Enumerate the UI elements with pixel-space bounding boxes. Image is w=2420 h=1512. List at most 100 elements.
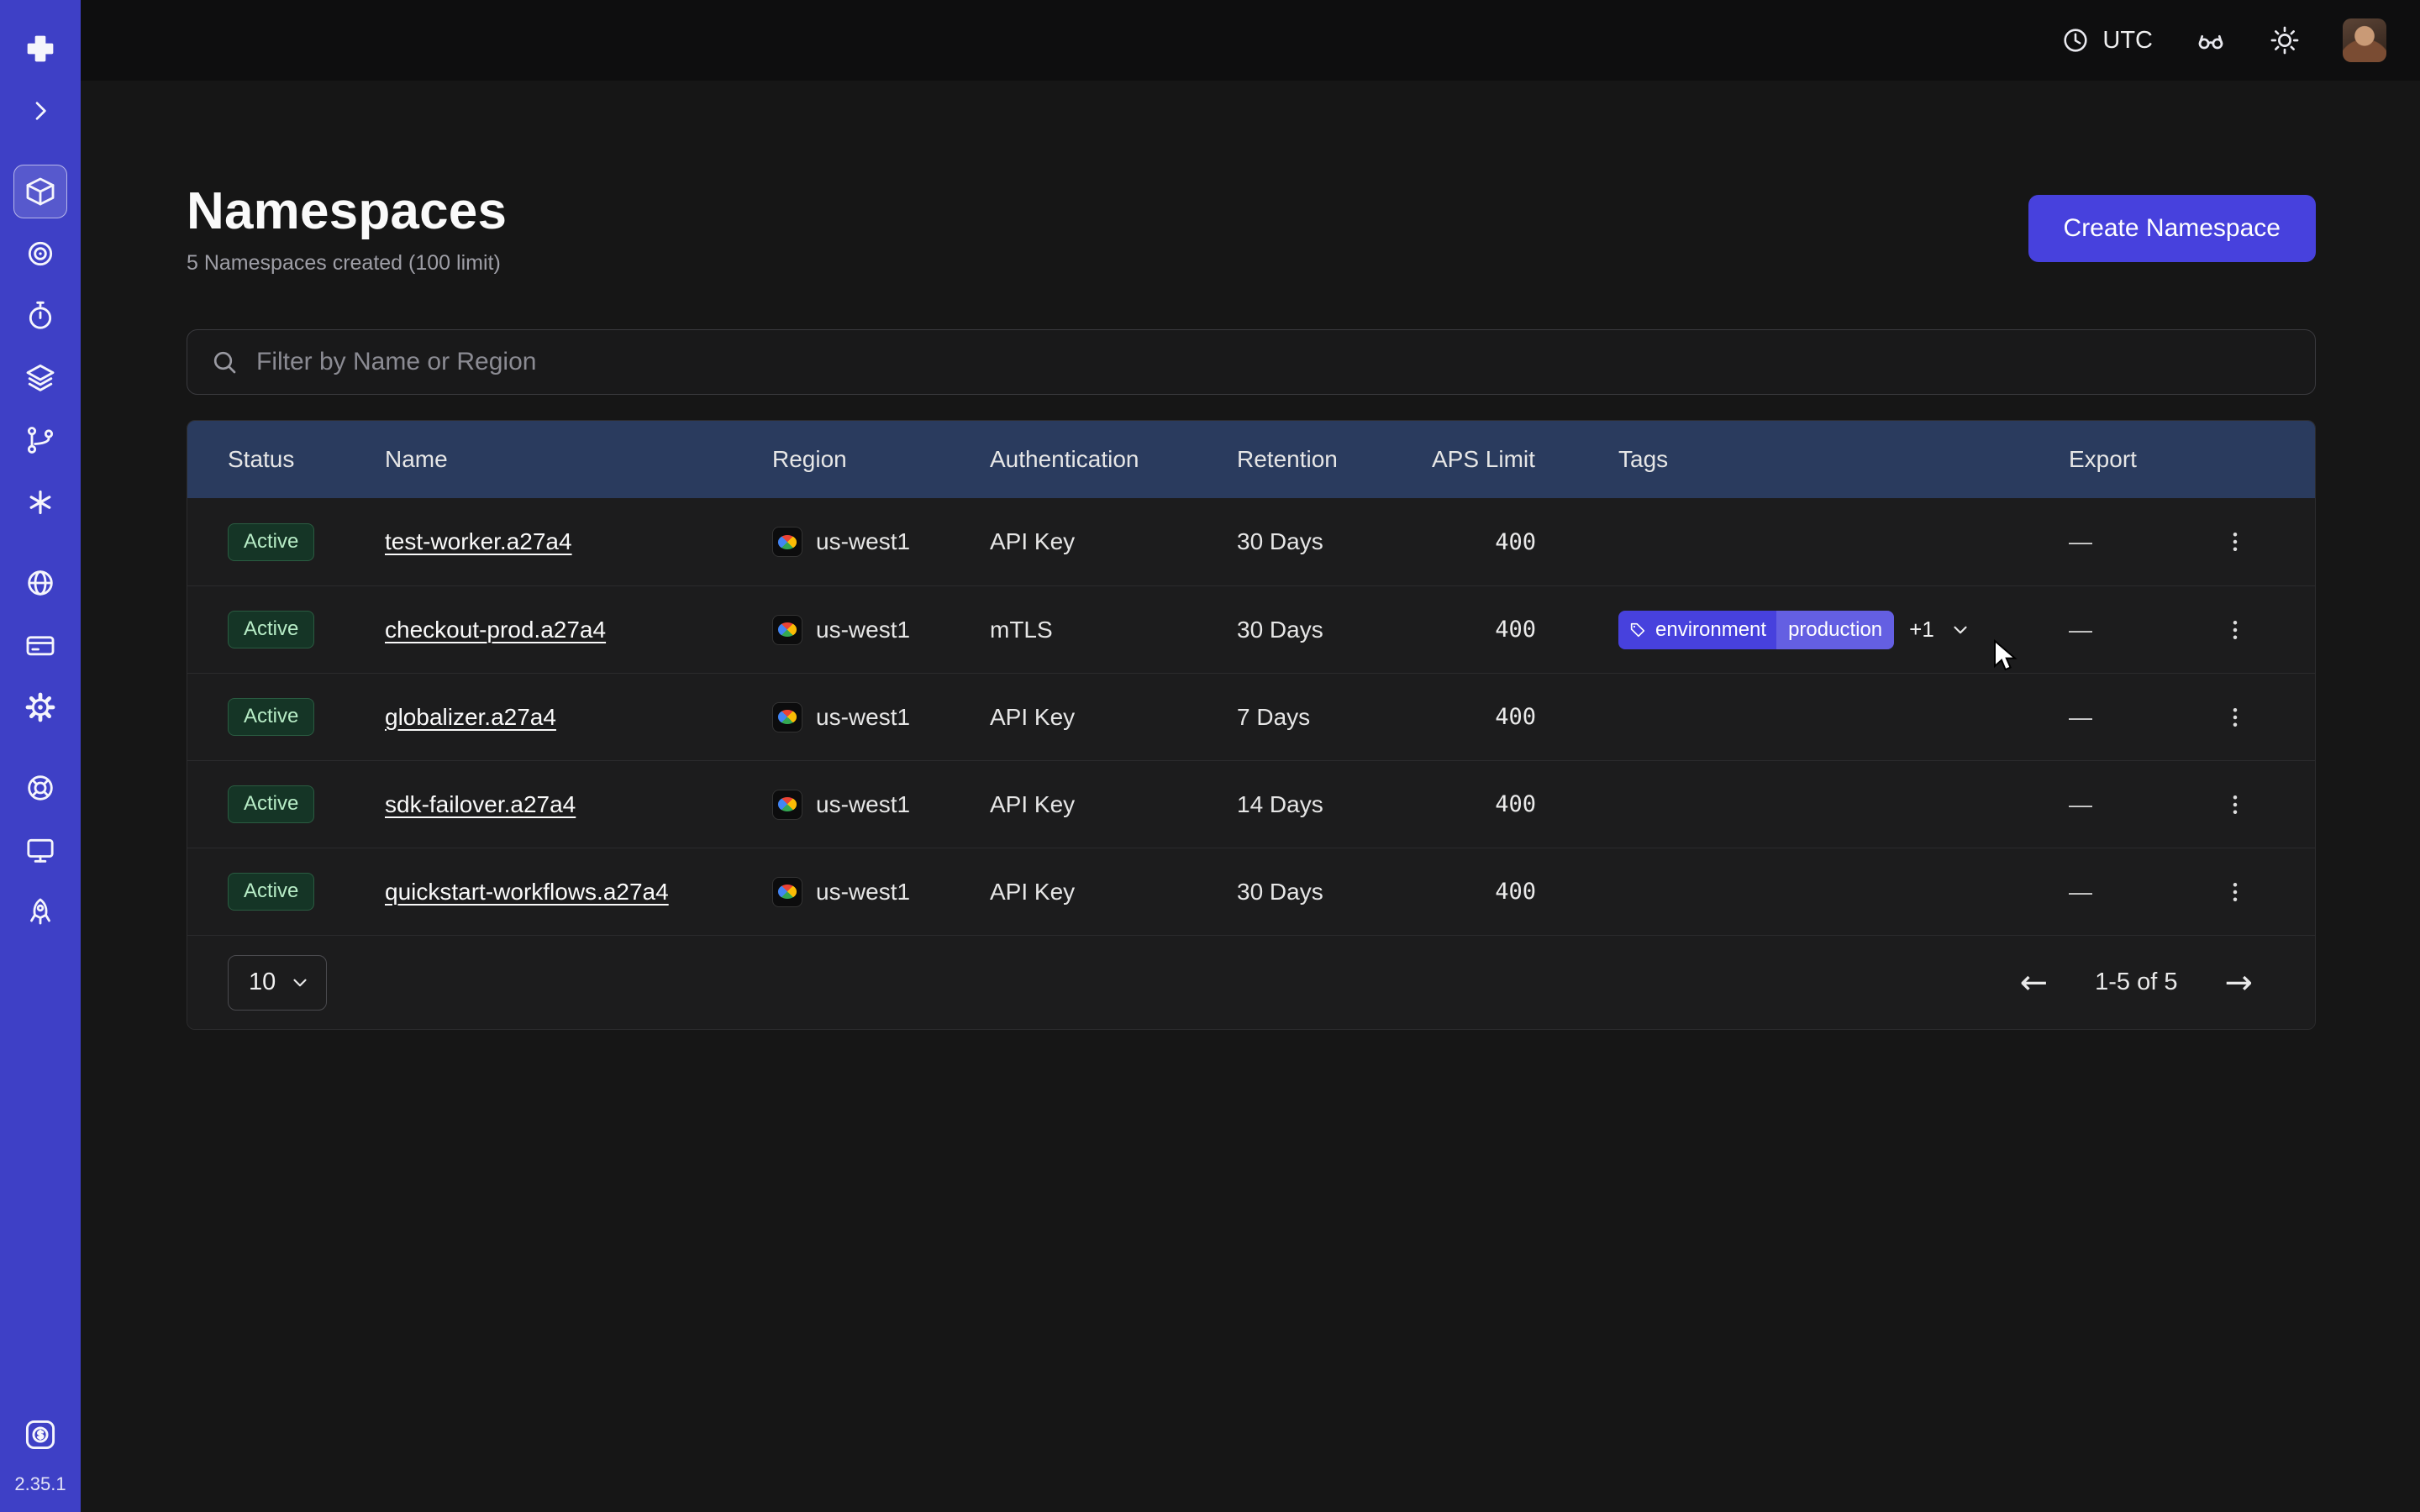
aps-limit-cell: 400 — [1432, 791, 1618, 817]
nav-workflows[interactable] — [13, 413, 67, 467]
nav-schedules[interactable] — [13, 289, 67, 343]
user-avatar[interactable] — [2343, 18, 2386, 62]
status-cell: Active — [228, 873, 385, 911]
namespace-link[interactable]: test-worker.a27a4 — [385, 528, 572, 555]
name-cell: test-worker.a27a4 — [385, 528, 772, 555]
nav-settings[interactable] — [13, 680, 67, 734]
kebab-menu-icon — [2223, 879, 2248, 905]
region-cell: us-west1 — [772, 877, 990, 907]
timezone-selector[interactable]: UTC — [2060, 25, 2153, 55]
tag-pill[interactable]: environmentproduction — [1618, 611, 1894, 649]
region-cell: us-west1 — [772, 702, 990, 732]
retention-cell: 30 Days — [1237, 528, 1432, 555]
table-row: Activecheckout-prod.a27a4us-west1mTLS30 … — [187, 585, 2315, 673]
retention-cell: 30 Days — [1237, 879, 1432, 906]
docs-button[interactable] — [2195, 24, 2227, 56]
nav-billing[interactable] — [13, 618, 67, 672]
gcp-cloud-icon — [772, 615, 802, 645]
region-cell: us-west1 — [772, 790, 990, 820]
theme-toggle-button[interactable] — [2269, 24, 2301, 56]
timezone-label: UTC — [2102, 27, 2153, 55]
kebab-menu-icon — [2223, 617, 2248, 643]
gcp-cloud-icon — [772, 702, 802, 732]
filter-input[interactable] — [256, 348, 2293, 376]
page-size-value: 10 — [249, 969, 276, 996]
retention-cell: 14 Days — [1237, 791, 1432, 818]
namespace-link[interactable]: globalizer.a27a4 — [385, 704, 556, 731]
column-header-retention: Retention — [1237, 446, 1432, 473]
table-row: Activequickstart-workflows.a27a4 us-west1… — [187, 848, 2315, 935]
lifebuoy-icon — [24, 771, 57, 805]
layers-icon — [24, 361, 57, 395]
topbar: UTC — [81, 0, 2420, 81]
tag-icon — [1618, 621, 1650, 639]
next-page-button[interactable]: → — [2224, 966, 2253, 1000]
table-row: Activeglobalizer.a27a4us-west1API Key7 D… — [187, 673, 2315, 760]
authentication-cell: API Key — [990, 704, 1237, 731]
table-body: Activetest-worker.a27a4us-west1API Key30… — [187, 498, 2315, 935]
nav-support[interactable] — [13, 761, 67, 815]
gcp-cloud-icon — [772, 790, 802, 820]
namespace-link[interactable]: sdk-failover.a27a4 — [385, 791, 576, 818]
sidebar-expand-chevron-icon[interactable] — [13, 84, 67, 138]
namespaces-table: StatusNameRegionAuthenticationRetentionA… — [187, 420, 2316, 1030]
nav-namespaces[interactable] — [13, 165, 67, 218]
region-label: us-west1 — [816, 879, 910, 906]
row-menu-button[interactable] — [2217, 787, 2253, 822]
aps-limit-cell: 400 — [1432, 879, 1618, 905]
export-cell: — — [2069, 787, 2315, 822]
nav-cloud-regions[interactable] — [13, 556, 67, 610]
nav-usage[interactable] — [13, 1408, 67, 1462]
nav-deployments[interactable] — [13, 351, 67, 405]
row-menu-button[interactable] — [2217, 874, 2253, 910]
export-cell: — — [2069, 700, 2315, 735]
nav-batch-operations[interactable] — [13, 475, 67, 529]
tags-more-count[interactable]: +1 — [1909, 617, 1934, 643]
app-version: 2.35.1 — [14, 1473, 66, 1495]
row-menu-button[interactable] — [2217, 612, 2253, 648]
authentication-cell: mTLS — [990, 617, 1237, 643]
credit-card-icon — [24, 628, 57, 662]
asterisk-icon — [24, 486, 57, 519]
kebab-menu-icon — [2223, 529, 2248, 554]
status-cell: Active — [228, 523, 385, 561]
export-value: — — [2069, 617, 2092, 643]
sun-icon — [2269, 24, 2301, 56]
row-menu-button[interactable] — [2217, 524, 2253, 559]
glasses-icon — [2195, 24, 2227, 56]
nav-nexus[interactable] — [13, 227, 67, 281]
nav-getting-started[interactable] — [13, 823, 67, 877]
namespace-count-subtitle: 5 Namespaces created (100 limit) — [187, 251, 507, 276]
nav-labs[interactable] — [13, 885, 67, 939]
name-cell: sdk-failover.a27a4 — [385, 791, 772, 818]
tags-expand-chevron-icon[interactable] — [1949, 619, 1971, 641]
gear-icon — [23, 690, 58, 725]
column-header-region: Region — [772, 446, 990, 473]
row-menu-button[interactable] — [2217, 700, 2253, 735]
temporal-logo[interactable] — [13, 22, 67, 76]
create-namespace-button[interactable]: Create Namespace — [2028, 195, 2316, 262]
authentication-cell: API Key — [990, 879, 1237, 906]
column-header-status: Status — [228, 446, 385, 473]
status-badge: Active — [228, 698, 314, 736]
authentication-cell: API Key — [990, 528, 1237, 555]
namespace-link[interactable]: quickstart-workflows.a27a4 — [385, 879, 669, 906]
page-size-select[interactable]: 10 — [228, 955, 327, 1011]
chevron-down-icon — [289, 972, 311, 994]
aps-limit-cell: 400 — [1432, 617, 1618, 643]
authentication-cell: API Key — [990, 791, 1237, 818]
aps-limit-cell: 400 — [1432, 529, 1618, 555]
column-header-export: Export — [2069, 446, 2315, 473]
target-icon — [24, 237, 57, 270]
table-row: Activesdk-failover.a27a4us-west1API Key1… — [187, 760, 2315, 848]
sidebar: 2.35.1 — [0, 0, 81, 1512]
tag-value: production — [1776, 611, 1894, 649]
aps-limit-cell: 400 — [1432, 704, 1618, 730]
cube-icon — [24, 175, 57, 208]
globe-icon — [24, 566, 57, 600]
tags-cell: environmentproduction +1 — [1618, 611, 2069, 649]
namespace-link[interactable]: checkout-prod.a27a4 — [385, 617, 606, 643]
previous-page-button[interactable]: ← — [2020, 966, 2049, 1000]
branch-icon — [24, 423, 57, 457]
usage-dollar-icon — [22, 1416, 59, 1453]
